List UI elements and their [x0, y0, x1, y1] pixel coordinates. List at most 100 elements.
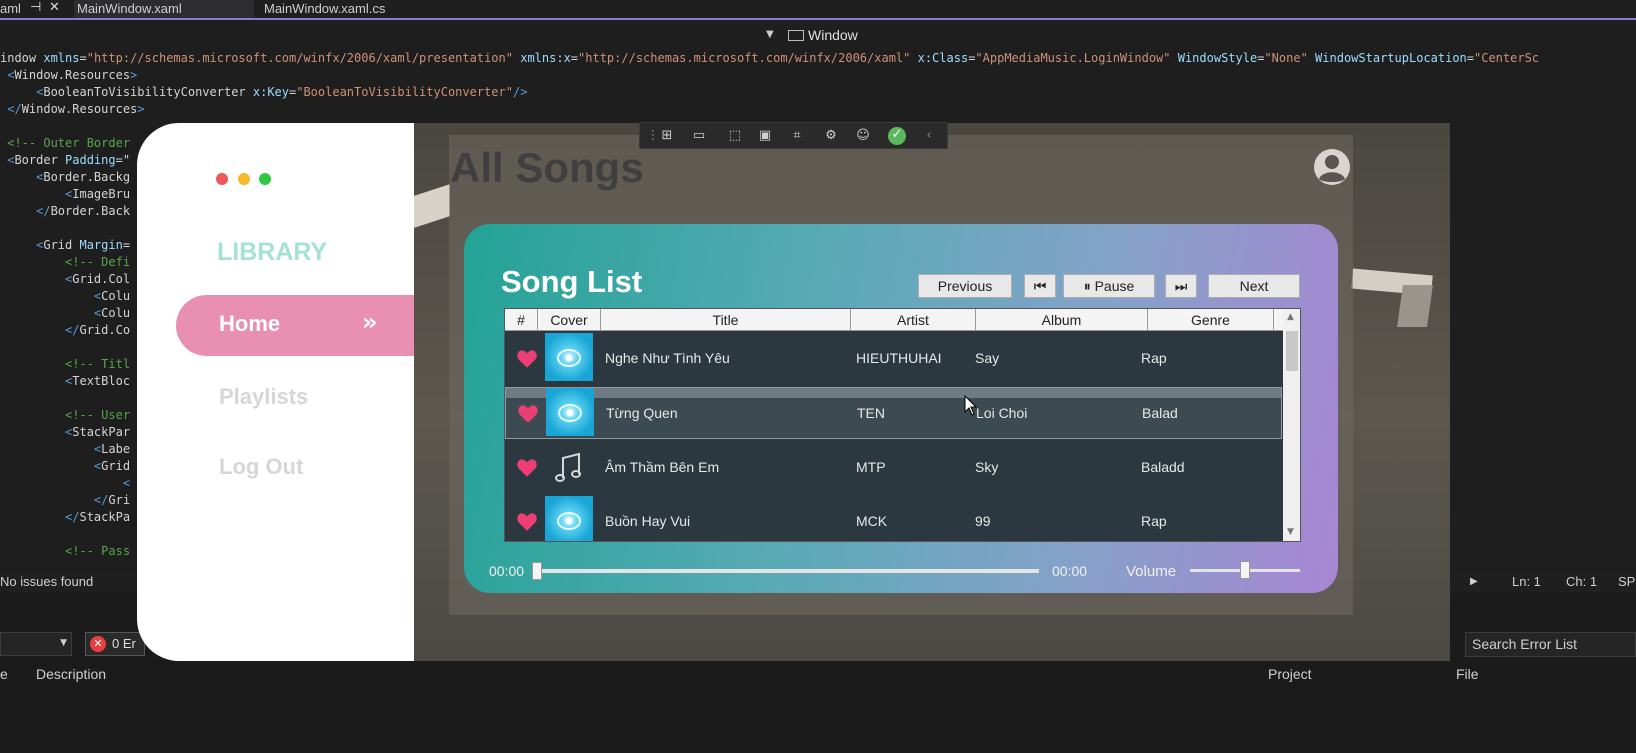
select-element-icon[interactable]: ⬚ [726, 128, 744, 144]
minimize-window-dot[interactable] [238, 173, 250, 185]
column-header-title[interactable]: Title [601, 309, 851, 331]
column-file[interactable]: File [1456, 666, 1479, 682]
album-cover [545, 333, 593, 381]
sidebar-item-home[interactable]: Home » [176, 295, 414, 356]
hot-reload-icon[interactable]: ⚙ [822, 128, 840, 144]
sidebar-item-log-out[interactable]: Log Out [219, 454, 303, 480]
element-selector[interactable]: Window [788, 27, 858, 43]
volume-slider-thumb[interactable] [1240, 561, 1250, 579]
background-object [1397, 285, 1433, 327]
play-icon[interactable]: ▶ [1470, 576, 1478, 587]
code-line[interactable]: <!-- User [0, 407, 130, 424]
maximize-window-dot[interactable] [259, 173, 271, 185]
tab-fragment[interactable]: aml [0, 0, 21, 18]
song-album-cell: Sky [975, 459, 999, 475]
code-line[interactable]: <BooleanToVisibilityConverter x:Key="Boo… [0, 84, 527, 101]
favorite-heart-icon[interactable] [517, 513, 537, 531]
user-account-icon[interactable] [1313, 148, 1351, 186]
progress-slider-thumb[interactable] [532, 562, 542, 580]
code-line[interactable]: </Border.Back [0, 203, 130, 220]
next-button[interactable]: Next [1208, 274, 1300, 298]
progress-slider[interactable] [537, 569, 1039, 573]
code-line[interactable]: < [0, 475, 130, 492]
code-line[interactable]: <Labe [0, 441, 130, 458]
column-header-number[interactable]: # [505, 309, 538, 331]
previous-button[interactable]: Previous [918, 274, 1012, 298]
code-line[interactable]: indow xmlns="http://schemas.microsoft.co… [0, 50, 1539, 67]
pause-icon: ⏸ [1083, 278, 1091, 294]
errors-filter-button[interactable]: ✕ 0 Er [85, 632, 145, 656]
column-description[interactable]: Description [36, 666, 106, 682]
code-line[interactable]: <!-- Defi [0, 254, 130, 271]
tab-mainwindow-xaml[interactable]: MainWindow.xaml [74, 0, 254, 18]
scroll-down-icon[interactable]: ▼ [1287, 527, 1294, 537]
skip-forward-icon: ⏭ [1174, 278, 1188, 294]
line-number: Ln: 1 [1512, 574, 1541, 589]
error-icon: ✕ [90, 636, 106, 652]
code-line[interactable]: <Border Padding=" [0, 152, 130, 169]
encoding-indicator[interactable]: SP [1618, 574, 1635, 589]
column-code[interactable]: e [0, 666, 8, 682]
favorite-heart-icon[interactable] [517, 459, 537, 477]
table-row[interactable]: Nghe Như Tình Yêu HIEUTHUHAI Say Rap [505, 333, 1282, 385]
code-line[interactable]: </Grid.Co [0, 322, 130, 339]
pin-icon[interactable]: ⊣ [30, 0, 41, 15]
accessibility-icon[interactable]: ☺ [854, 128, 872, 144]
column-project[interactable]: Project [1268, 666, 1312, 682]
sidebar-item-playlists[interactable]: Playlists [219, 384, 308, 410]
element-selector-label: Window [808, 27, 858, 43]
skip-back-button[interactable]: ⏮ [1024, 274, 1056, 298]
table-row[interactable]: Buồn Hay Vui MCK 99 Rap [505, 496, 1282, 541]
close-icon[interactable]: ✕ [49, 0, 60, 15]
layout-adorners-icon[interactable]: ⌗ [788, 128, 806, 144]
chevron-down-icon[interactable]: ▼ [766, 29, 774, 40]
code-line[interactable]: <Grid [0, 458, 130, 475]
code-line[interactable]: <TextBloc [0, 373, 130, 390]
issues-status[interactable]: No issues found [0, 574, 93, 589]
camera-icon[interactable]: ▭ [690, 128, 708, 144]
code-line[interactable]: <!-- Titl [0, 356, 130, 373]
code-line[interactable]: <!-- Outer Border [0, 135, 130, 152]
check-icon[interactable]: ✓ [888, 127, 906, 145]
current-time: 00:00 [489, 563, 525, 579]
column-header-album[interactable]: Album [976, 309, 1148, 331]
pause-button[interactable]: ⏸ Pause [1063, 274, 1155, 298]
code-line[interactable]: <!-- Pass [0, 543, 130, 560]
songs-table[interactable]: # Cover Title Artist Album Genre ▲ ▼ Ngh… [504, 308, 1301, 542]
tab-mainwindow-xaml-cs[interactable]: MainWindow.xaml.cs [262, 0, 462, 18]
music-note-cover-icon [545, 444, 593, 492]
code-line[interactable]: </Gri [0, 492, 130, 509]
chevron-down-icon: ▼ [60, 638, 67, 648]
scroll-thumb[interactable] [1286, 331, 1298, 371]
favorite-heart-icon[interactable] [518, 405, 538, 423]
display-adorners-icon[interactable]: ▣ [756, 128, 774, 144]
column-header-genre[interactable]: Genre [1148, 309, 1274, 331]
close-window-dot[interactable] [216, 173, 228, 185]
scope-dropdown[interactable]: ▼ [0, 632, 72, 656]
code-line[interactable]: <ImageBru [0, 186, 130, 203]
designer-toolbar: ⋮ ⊞ ▭ ⬚ ▣ ⌗ ⚙ ☺ ✓ ‹ [639, 122, 948, 149]
collapse-icon[interactable]: ‹ [920, 128, 938, 144]
code-line[interactable]: <StackPar [0, 424, 130, 441]
column-header-cover[interactable]: Cover [538, 309, 601, 331]
code-line[interactable]: <Grid.Col [0, 271, 130, 288]
column-header-artist[interactable]: Artist [851, 309, 976, 331]
table-row[interactable]: Âm Thầm Bên Em MTP Sky Baladd [505, 442, 1282, 494]
code-line[interactable]: <Grid Margin= [0, 237, 130, 254]
code-line[interactable]: <Colu [0, 288, 130, 305]
code-line[interactable]: <Colu [0, 305, 130, 322]
search-error-list-input[interactable]: Search Error List [1465, 632, 1636, 657]
table-scrollbar[interactable]: ▲ ▼ [1283, 309, 1300, 541]
favorite-heart-icon[interactable] [517, 350, 537, 368]
code-line[interactable]: <Window.Resources> [0, 67, 137, 84]
table-row[interactable]: Từng Quen TEN Loi Choi Balad [505, 387, 1282, 439]
live-tree-icon[interactable]: ⊞ [658, 128, 676, 144]
code-line[interactable]: <Border.Backg [0, 169, 130, 186]
code-line[interactable]: </StackPa [0, 509, 130, 526]
scroll-up-icon[interactable]: ▲ [1287, 312, 1294, 322]
code-line[interactable]: </Window.Resources> [0, 101, 144, 118]
skip-forward-button[interactable]: ⏭ [1165, 274, 1197, 298]
song-album-cell: Loi Choi [976, 405, 1028, 421]
song-title-cell: Nghe Như Tình Yêu [605, 350, 730, 366]
element-navigation-bar: ▼ Window [0, 24, 1636, 48]
